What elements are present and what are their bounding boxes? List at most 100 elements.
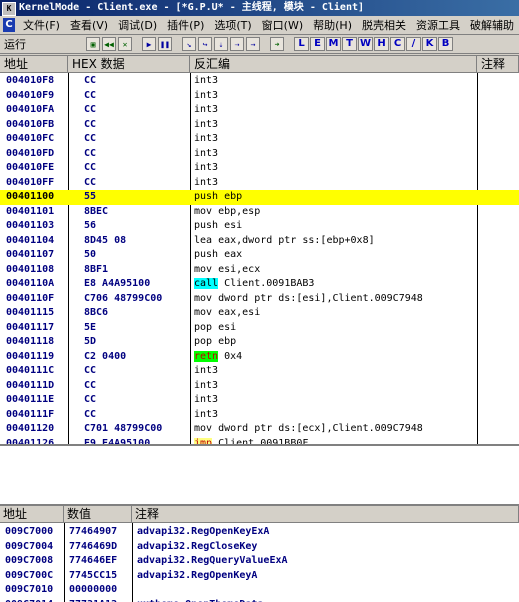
breakpoints-window-button[interactable]: B <box>438 37 453 51</box>
patches-window-button[interactable]: / <box>406 37 421 51</box>
disassembly-row[interactable]: 004011048D45 08lea eax,dword ptr ss:[ebp… <box>0 234 519 249</box>
row-hex: C2 0400 <box>84 350 126 365</box>
row-disassembly: int3 <box>194 379 218 394</box>
menu-crack-helper[interactable]: 破解辅助 <box>465 17 519 33</box>
menu-window[interactable]: 窗口(W) <box>257 17 308 33</box>
dump-row[interactable]: 009C701000000000 <box>0 583 519 598</box>
dump-pane[interactable]: 地址 数值 注释 009C700077464907advapi32.RegOpe… <box>0 504 519 602</box>
row-disassembly: int3 <box>194 176 218 191</box>
close-icon[interactable]: ✕ <box>118 37 132 51</box>
row-address: 004010FF <box>6 176 54 191</box>
row-address: 00401117 <box>6 321 54 336</box>
disassembly-row[interactable]: 0040111CCCint3 <box>0 364 519 379</box>
dump-header-value[interactable]: 数值 <box>64 506 132 523</box>
handles-window-button[interactable]: H <box>374 37 389 51</box>
disassembly-row[interactable]: 004010FCCCint3 <box>0 132 519 147</box>
app-icon[interactable]: K <box>2 2 16 16</box>
row-hex: E8 A4A95100 <box>84 277 150 292</box>
row-address: 004010FE <box>6 161 54 176</box>
status-text: 运行 <box>0 36 86 52</box>
dump-rows: 009C700077464907advapi32.RegOpenKeyExA00… <box>0 525 519 602</box>
title-bar[interactable]: KKernelMode - Client.exe - [*G.P.U* - 主线… <box>0 0 519 16</box>
toolbar: 运行 ▣ ◀◀ ✕ ▶ ❚❚ ↘ ↪ ⇣ ⇢ → ➜ L E M T W H C… <box>0 35 519 54</box>
menu-help[interactable]: 帮助(H) <box>308 17 357 33</box>
disassembly-row[interactable]: 004010F9CCint3 <box>0 89 519 104</box>
execute-till-return-icon[interactable]: → <box>246 37 260 51</box>
row-disassembly: push eax <box>194 248 242 263</box>
row-address: 00401120 <box>6 422 54 437</box>
info-pane[interactable] <box>0 444 519 504</box>
disassembly-row[interactable]: 004010F8CCint3 <box>0 74 519 89</box>
row-address: 0040111E <box>6 393 54 408</box>
row-address: 00401115 <box>6 306 54 321</box>
row-disassembly: call Client.0091BAB3 <box>194 277 314 292</box>
trace-into-icon[interactable]: ⇣ <box>214 37 228 51</box>
menu-bar: C 文件(F) 查看(V) 调试(D) 插件(P) 选项(T) 窗口(W) 帮助… <box>0 16 519 35</box>
step-into-icon[interactable]: ↘ <box>182 37 196 51</box>
step-over-icon[interactable]: ↪ <box>198 37 212 51</box>
windows-window-button[interactable]: W <box>358 37 373 51</box>
dump-row[interactable]: 009C700C7745CC15advapi32.RegOpenKeyA <box>0 569 519 584</box>
disassembly-row[interactable]: 00401120C701 48799C00mov dword ptr ds:[e… <box>0 422 519 437</box>
row-address: 00401101 <box>6 205 54 220</box>
column-header-hex[interactable]: HEX 数据 <box>68 56 190 73</box>
row-address: 0040111C <box>6 364 54 379</box>
goto-icon[interactable]: ➜ <box>270 37 284 51</box>
disassembly-row[interactable]: 004011088BF1mov esi,ecx <box>0 263 519 278</box>
dump-row[interactable]: 009C70047746469Dadvapi32.RegCloseKey <box>0 540 519 555</box>
trace-over-icon[interactable]: ⇢ <box>230 37 244 51</box>
cpu-window-button[interactable]: C <box>390 37 405 51</box>
disassembly-row[interactable]: 0040111FCCint3 <box>0 408 519 423</box>
dump-address: 009C7008 <box>5 554 53 569</box>
disassembly-row[interactable]: 004010FBCCint3 <box>0 118 519 133</box>
disassembly-row[interactable]: 0040110AE8 A4A95100call Client.0091BAB3 <box>0 277 519 292</box>
menu-view[interactable]: 查看(V) <box>65 17 113 33</box>
menu-resource-tools[interactable]: 资源工具 <box>411 17 465 33</box>
disassembly-row[interactable]: 0040111DCCint3 <box>0 379 519 394</box>
dump-header-address[interactable]: 地址 <box>0 506 64 523</box>
dump-address: 009C700C <box>5 569 53 584</box>
disassembly-row[interactable]: 004011175Epop esi <box>0 321 519 336</box>
cpu-window-icon[interactable]: C <box>3 18 15 32</box>
row-hex: 8BF1 <box>84 263 108 278</box>
disassembly-row[interactable]: 0040110750push eax <box>0 248 519 263</box>
row-hex: CC <box>84 103 96 118</box>
disassembly-row[interactable]: 004010FECCint3 <box>0 161 519 176</box>
dump-row[interactable]: 009C700077464907advapi32.RegOpenKeyExA <box>0 525 519 540</box>
pause-icon[interactable]: ❚❚ <box>158 37 172 51</box>
disassembly-row[interactable]: 004010FACCint3 <box>0 103 519 118</box>
column-header-comment[interactable]: 注释 <box>477 56 519 73</box>
disassembly-row[interactable]: 00401119C2 0400retn 0x4 <box>0 350 519 365</box>
disassembly-row[interactable]: 0040110FC706 48799C00mov dword ptr ds:[e… <box>0 292 519 307</box>
play-icon[interactable]: ▶ <box>142 37 156 51</box>
modules-window-button[interactable]: E <box>310 37 325 51</box>
row-address: 004010FC <box>6 132 54 147</box>
disassembly-row[interactable]: 004011158BC6mov eax,esi <box>0 306 519 321</box>
menu-unpack[interactable]: 脱壳相关 <box>357 17 411 33</box>
disassembly-row[interactable]: 004011018BECmov ebp,esp <box>0 205 519 220</box>
open-icon[interactable]: ▣ <box>86 37 100 51</box>
menu-plugins[interactable]: 插件(P) <box>162 17 209 33</box>
memory-window-button[interactable]: M <box>326 37 341 51</box>
dump-comment: advapi32.RegCloseKey <box>137 540 257 555</box>
column-header-disassembly[interactable]: 反汇编 <box>190 56 477 73</box>
menu-debug[interactable]: 调试(D) <box>113 17 162 33</box>
dump-row[interactable]: 009C7008774646EFadvapi32.RegQueryValueEx… <box>0 554 519 569</box>
menu-file[interactable]: 文件(F) <box>18 17 65 33</box>
threads-window-button[interactable]: T <box>342 37 357 51</box>
menu-options[interactable]: 选项(T) <box>209 17 256 33</box>
disassembly-row[interactable]: 0040110356push esi <box>0 219 519 234</box>
dump-header-comment[interactable]: 注释 <box>132 506 519 523</box>
disassembly-row[interactable]: 004011185Dpop ebp <box>0 335 519 350</box>
row-mnemonic: call <box>194 278 218 289</box>
log-window-button[interactable]: L <box>294 37 309 51</box>
rewind-icon[interactable]: ◀◀ <box>102 37 116 51</box>
disassembly-pane[interactable]: 地址 HEX 数据 反汇编 注释 004010F8CCint3004010F9C… <box>0 55 519 445</box>
disassembly-row[interactable]: 0040110055push ebp <box>0 190 519 205</box>
call-stack-window-button[interactable]: K <box>422 37 437 51</box>
disassembly-row[interactable]: 004010FDCCint3 <box>0 147 519 162</box>
disassembly-row[interactable]: 004010FFCCint3 <box>0 176 519 191</box>
disassembly-row[interactable]: 0040111ECCint3 <box>0 393 519 408</box>
column-header-address[interactable]: 地址 <box>0 56 68 73</box>
row-disassembly: mov eax,esi <box>194 306 260 321</box>
